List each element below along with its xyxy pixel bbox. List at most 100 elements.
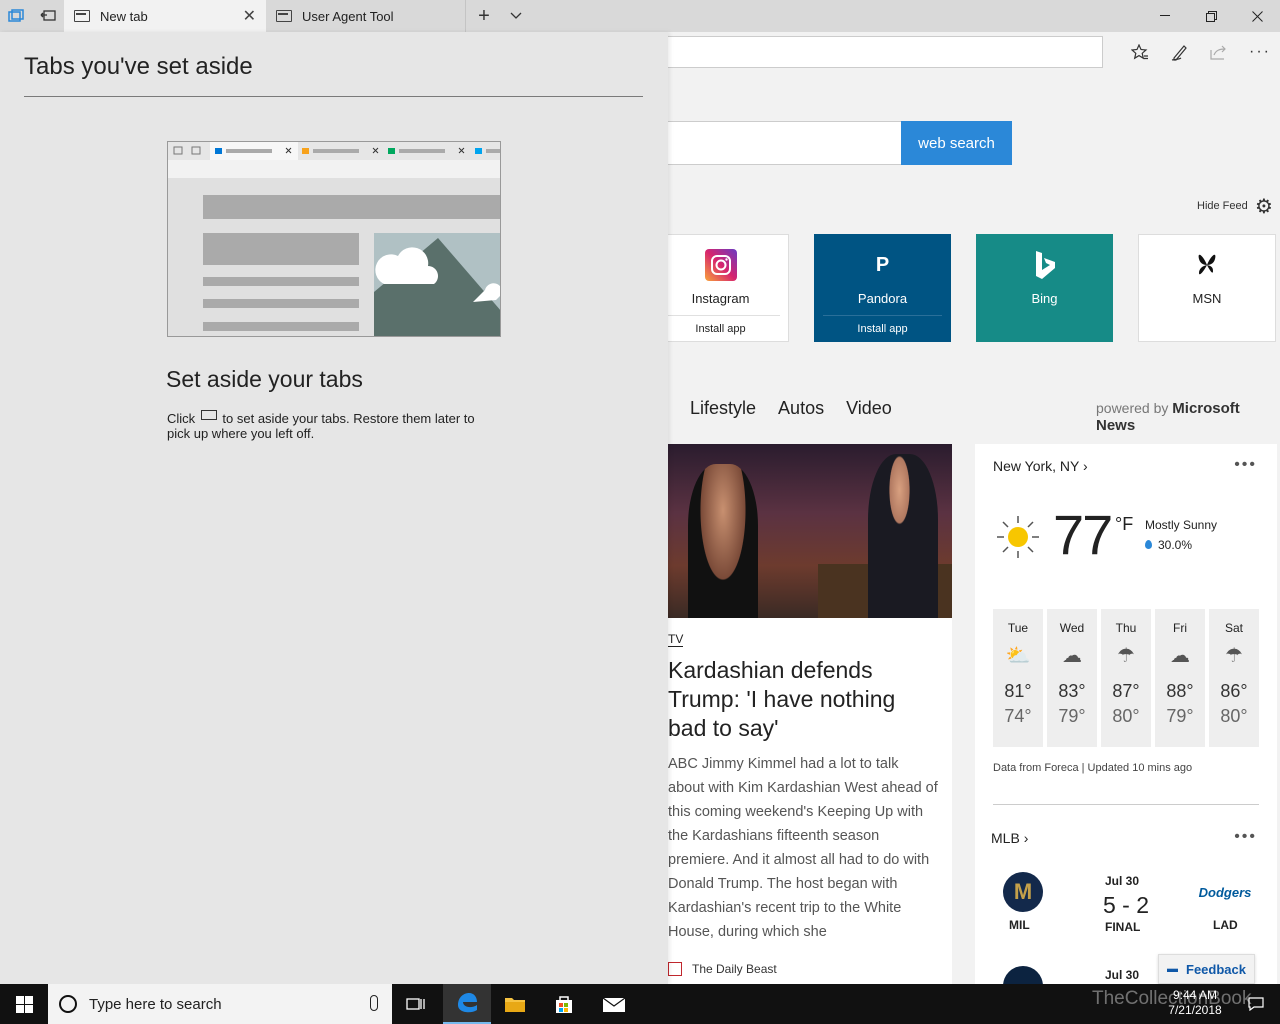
panel-title: Tabs you've set aside: [24, 53, 253, 80]
msn-butterfly-icon: [1191, 249, 1223, 281]
set-aside-tabs-icon[interactable]: [32, 0, 64, 32]
minimize-icon[interactable]: [1142, 0, 1188, 32]
forecast-day-name: Thu: [1115, 621, 1137, 635]
share-icon[interactable]: [1207, 40, 1231, 64]
tile-msn[interactable]: MSN: [1138, 234, 1276, 342]
forecast-high: 87°: [1112, 681, 1140, 701]
microphone-icon[interactable]: [370, 995, 378, 1011]
precipitation: 30.0%: [1145, 538, 1192, 552]
forecast-row: Tue ⛅ 81° 74° Wed ☁ 83° 79° Thu ☂ 87° 80…: [993, 609, 1259, 747]
chevron-right-icon: ›: [1023, 830, 1029, 846]
forecast-day-name: Tue: [1007, 621, 1029, 635]
tab-user-agent-tool[interactable]: User Agent Tool: [266, 0, 466, 32]
close-window-icon[interactable]: [1234, 0, 1280, 32]
tile-pandora[interactable]: P Pandora Install app: [814, 234, 951, 342]
forecast-high: 88°: [1166, 681, 1194, 701]
team-away: LAD: [1213, 918, 1238, 932]
powered-prefix: powered by: [1096, 400, 1169, 416]
mail-icon[interactable]: [590, 984, 638, 1024]
action-center-icon[interactable]: [1232, 984, 1280, 1024]
favorites-star-icon[interactable]: [1128, 40, 1152, 64]
set-aside-illustration: [167, 141, 501, 337]
close-tab-icon[interactable]: ✕: [243, 6, 256, 26]
task-view-icon[interactable]: [392, 984, 440, 1024]
nav-lifestyle[interactable]: Lifestyle: [690, 398, 756, 419]
install-app-link[interactable]: Install app: [823, 315, 942, 341]
mlb-more-icon[interactable]: •••: [1234, 828, 1257, 846]
gear-icon[interactable]: ⚙: [1255, 194, 1273, 219]
news-summary: ABC Jimmy Kimmel had a lot to talk about…: [668, 756, 938, 940]
location-text: New York, NY: [993, 458, 1080, 474]
set-aside-heading: Set aside your tabs: [166, 366, 363, 392]
chevron-right-icon: ›: [1083, 458, 1088, 474]
title-bar: New tab ✕ User Agent Tool +: [0, 0, 1280, 32]
thunderstorm-icon: ☁: [1062, 645, 1082, 667]
weather-more-icon[interactable]: •••: [1234, 456, 1257, 474]
forecast-low: 80°: [1112, 706, 1140, 726]
temperature-unit[interactable]: °F: [1115, 514, 1133, 535]
news-category[interactable]: TV: [668, 632, 684, 647]
set-aside-panel: Tabs you've set aside Set aside your tab…: [0, 32, 668, 984]
game-date: Jul 30: [1105, 968, 1140, 982]
hide-feed-link[interactable]: Hide Feed: [1197, 200, 1248, 212]
chevron-down-icon[interactable]: [500, 0, 532, 32]
current-temperature: 77: [1053, 503, 1113, 566]
taskbar-search-box[interactable]: Type here to search: [48, 984, 392, 1024]
astros-logo-icon: [1003, 966, 1043, 984]
weather-condition: Mostly Sunny: [1145, 518, 1218, 532]
clock-time: 9:44 AM: [1172, 988, 1218, 1002]
feedback-button[interactable]: ▬ Feedback: [1158, 954, 1255, 984]
system-clock[interactable]: 9:44 AM 7/21/2018: [1160, 988, 1230, 1018]
mlb-title-text: MLB: [991, 830, 1020, 846]
web-search-button[interactable]: web search: [901, 121, 1012, 165]
tab-new-tab[interactable]: New tab ✕: [64, 0, 266, 32]
store-icon[interactable]: [540, 984, 588, 1024]
nav-autos[interactable]: Autos: [778, 398, 824, 419]
rain-icon: ☂: [1117, 645, 1135, 667]
forecast-day[interactable]: Fri ☁ 88° 79°: [1155, 609, 1205, 747]
windows-start-icon[interactable]: [0, 984, 48, 1024]
news-photo[interactable]: [668, 444, 952, 618]
precip-value: 30.0%: [1158, 538, 1193, 552]
more-options-icon[interactable]: ···: [1248, 40, 1272, 64]
forecast-low: 79°: [1166, 706, 1194, 726]
install-app-link[interactable]: Install app: [661, 315, 780, 341]
game-score[interactable]: 5 - 2: [1103, 892, 1149, 919]
restore-icon[interactable]: [1188, 0, 1234, 32]
news-category-nav: Lifestyle Autos Video: [690, 398, 892, 419]
page-icon: [74, 10, 90, 22]
new-tab-plus-icon[interactable]: +: [468, 0, 500, 32]
taskbar-search-placeholder: Type here to search: [89, 995, 222, 1013]
nav-video[interactable]: Video: [846, 398, 892, 419]
pandora-icon: P: [875, 253, 890, 276]
forecast-day[interactable]: Thu ☂ 87° 80°: [1101, 609, 1151, 747]
news-card[interactable]: TV Kardashian defends Trump: 'I have not…: [640, 444, 952, 984]
dodgers-logo-icon: Dodgers: [1198, 884, 1252, 900]
forecast-day-name: Fri: [1173, 621, 1187, 635]
set-aside-tabs-icon: [200, 410, 217, 420]
forecast-high: 86°: [1220, 681, 1248, 701]
file-explorer-icon[interactable]: [491, 984, 539, 1024]
page-icon: [276, 10, 292, 22]
mlb-header[interactable]: MLB ›: [991, 830, 1028, 846]
tile-instagram[interactable]: Instagram Install app: [652, 234, 789, 342]
pen-notes-icon[interactable]: [1168, 40, 1192, 64]
tab-label: New tab: [100, 8, 148, 24]
address-bar[interactable]: [640, 36, 1103, 68]
tile-bing[interactable]: Bing: [976, 234, 1113, 342]
tile-name: Bing: [1031, 291, 1058, 306]
edge-browser-icon[interactable]: [443, 984, 491, 1024]
news-headline[interactable]: Kardashian defends Trump: 'I have nothin…: [668, 656, 938, 743]
rain-icon: ☂: [1225, 645, 1243, 667]
tab-manager-icon[interactable]: [0, 0, 32, 32]
forecast-day[interactable]: Tue ⛅ 81° 74°: [993, 609, 1043, 747]
clock-date: 7/21/2018: [1168, 1003, 1222, 1017]
news-source[interactable]: The Daily Beast: [668, 954, 952, 984]
forecast-day[interactable]: Sat ☂ 86° 80°: [1209, 609, 1259, 747]
tile-name: MSN: [1192, 291, 1222, 306]
news-source-name: The Daily Beast: [692, 962, 777, 976]
game-date: Jul 30: [1105, 874, 1140, 888]
forecast-day[interactable]: Wed ☁ 83° 79°: [1047, 609, 1097, 747]
powered-by: powered by Microsoft News: [1096, 400, 1280, 434]
weather-location[interactable]: New York, NY ›: [993, 458, 1088, 474]
